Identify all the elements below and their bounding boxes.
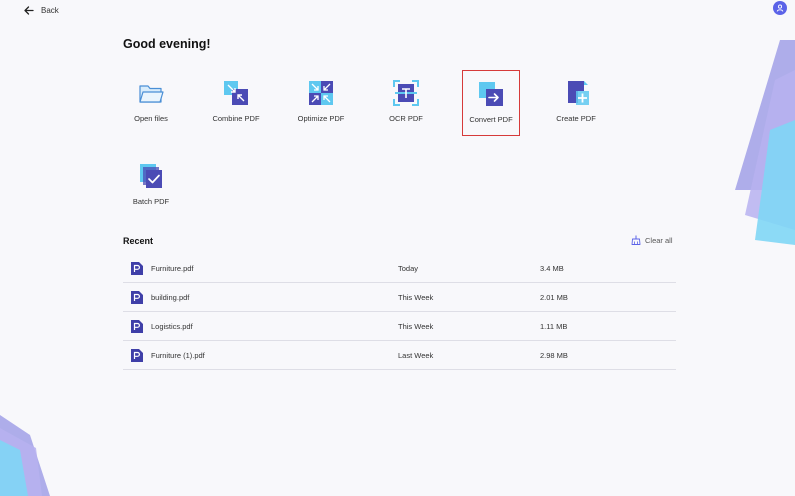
batch-pdf-icon	[140, 164, 162, 188]
tile-label: Combine PDF	[212, 114, 260, 123]
create-pdf-icon	[568, 81, 589, 105]
decorative-shapes-right	[735, 40, 795, 245]
file-name: building.pdf	[151, 293, 190, 302]
file-size: 2.01 MB	[540, 293, 568, 302]
file-time: Last Week	[398, 351, 434, 360]
back-label: Back	[41, 5, 59, 15]
file-name: Logistics.pdf	[151, 322, 193, 331]
open-files-button[interactable]: Open files	[122, 70, 180, 136]
file-time: Today	[398, 264, 419, 273]
tile-label: Batch PDF	[132, 197, 170, 206]
tile-label: Optimize PDF	[297, 114, 345, 123]
table-row[interactable]: Furniture (1).pdf Last Week 2.98 MB	[123, 341, 676, 370]
file-size: 1.11 MB	[540, 322, 568, 331]
clear-all-button[interactable]: Clear all	[631, 234, 673, 246]
top-bar: Back	[0, 0, 795, 20]
file-size: 2.98 MB	[540, 351, 568, 360]
convert-pdf-button[interactable]: Convert PDF	[462, 70, 520, 136]
ocr-pdf-icon	[393, 80, 419, 106]
combine-pdf-button[interactable]: Combine PDF	[207, 70, 265, 136]
tile-label: Create PDF	[556, 114, 596, 123]
table-row[interactable]: Furniture.pdf Today 3.4 MB	[123, 254, 676, 283]
combine-pdf-icon	[224, 81, 248, 105]
recent-heading: Recent	[123, 236, 154, 246]
file-name: Furniture.pdf	[151, 264, 194, 273]
recent-files-list: Furniture.pdf Today 3.4 MB building.pdf …	[123, 254, 676, 370]
broom-icon	[631, 235, 641, 245]
tile-label: OCR PDF	[389, 114, 423, 123]
create-pdf-button[interactable]: Create PDF	[547, 70, 605, 136]
decorative-shapes-left	[0, 415, 50, 496]
pdf-file-icon	[131, 320, 143, 333]
batch-pdf-button[interactable]: Batch PDF	[122, 153, 180, 219]
pdf-file-icon	[131, 349, 143, 362]
arrow-left-icon	[24, 5, 34, 15]
optimize-pdf-icon	[309, 81, 333, 105]
clear-all-label: Clear all	[645, 235, 673, 245]
folder-icon	[139, 85, 164, 103]
ocr-pdf-button[interactable]: OCR PDF	[377, 70, 435, 136]
pdf-file-icon	[131, 262, 143, 275]
convert-pdf-icon	[479, 82, 503, 106]
tile-label: Open files	[134, 114, 168, 123]
file-time: This Week	[398, 293, 434, 302]
avatar[interactable]	[773, 1, 787, 15]
file-size: 3.4 MB	[540, 264, 564, 273]
file-time: This Week	[398, 322, 434, 331]
pdf-file-icon	[131, 291, 143, 304]
table-row[interactable]: building.pdf This Week 2.01 MB	[123, 283, 676, 312]
back-button[interactable]: Back	[24, 3, 59, 17]
optimize-pdf-button[interactable]: Optimize PDF	[292, 70, 350, 136]
file-name: Furniture (1).pdf	[151, 351, 205, 360]
page-title: Good evening!	[123, 37, 211, 51]
tile-label: Convert PDF	[469, 115, 513, 124]
user-icon	[776, 4, 784, 12]
table-row[interactable]: Logistics.pdf This Week 1.11 MB	[123, 312, 676, 341]
